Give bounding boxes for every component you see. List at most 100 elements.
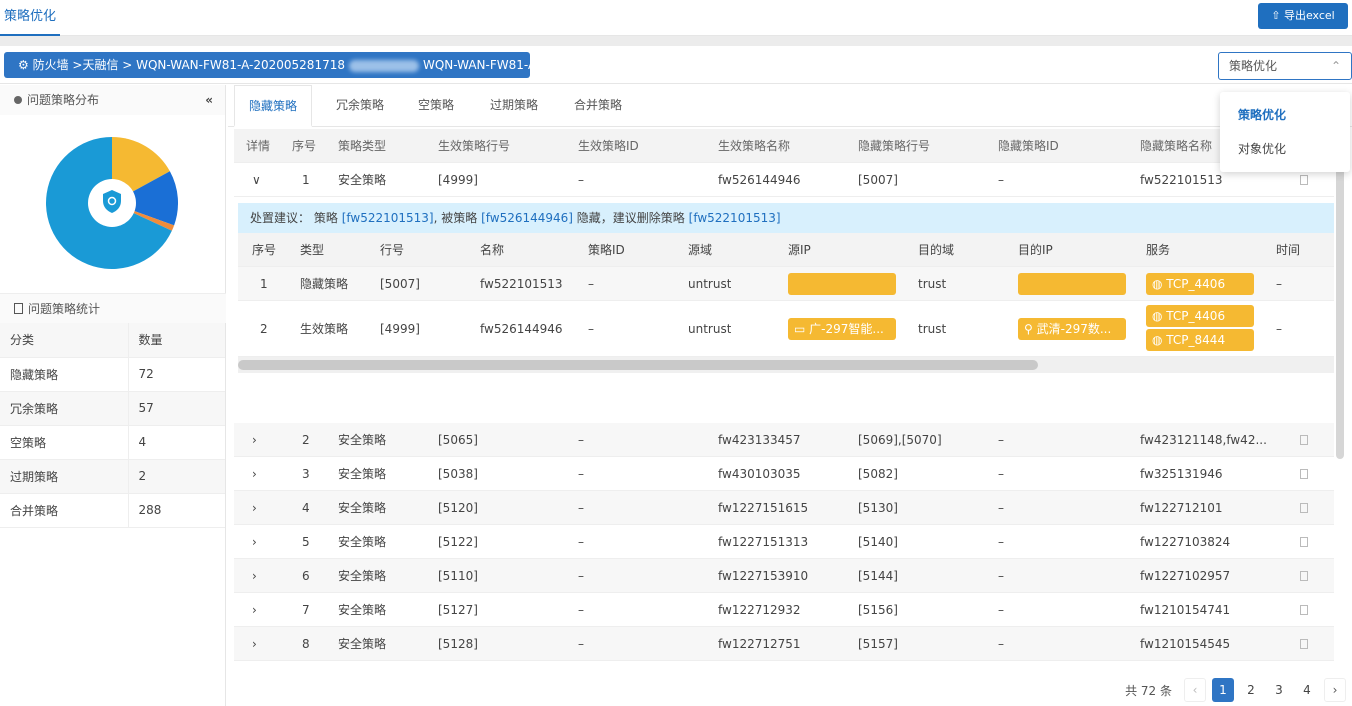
service-tag[interactable]: ◍ TCP_4406 (1146, 273, 1254, 295)
cell: fw1206171840 (1140, 661, 1270, 669)
file-icon[interactable] (1300, 537, 1308, 547)
expand-row-icon[interactable]: › (252, 593, 257, 627)
horizontal-scrollbar[interactable] (238, 357, 1334, 373)
table-row[interactable]: › 3 安全策略 [5038] – fw430103035 [5082] – fw3251319… (234, 457, 1334, 491)
file-icon[interactable] (1300, 605, 1308, 615)
file-icon[interactable] (1300, 175, 1308, 185)
file-icon[interactable] (1300, 503, 1308, 513)
cell: – (998, 603, 1004, 617)
cell: – (588, 322, 594, 336)
advice-link[interactable]: [fw526144946] (481, 211, 573, 225)
table-row[interactable]: › 6 安全策略 [5110] – fw1227153910 [5144] – fw122710… (234, 559, 1334, 593)
stat-label: 过期策略 (0, 459, 129, 494)
next-page-icon[interactable]: › (1324, 678, 1346, 702)
distribution-title: 问题策略分布 (27, 93, 100, 107)
divider (0, 36, 1352, 46)
tab-hidden[interactable]: 隐藏策略 (234, 85, 313, 127)
prev-page-icon[interactable]: ‹ (1184, 678, 1206, 702)
expand-row-icon[interactable]: › (252, 491, 257, 525)
page-2[interactable]: 2 (1240, 678, 1262, 702)
detail-col: 源IP (788, 243, 811, 257)
tab-redundant[interactable]: 冗余策略 (336, 85, 384, 127)
expand-row-icon[interactable]: › (252, 559, 257, 593)
cell: [5156] (858, 603, 898, 617)
detail-col: 类型 (300, 243, 325, 257)
stat-value: 4 (128, 425, 225, 460)
expand-row-icon[interactable]: › (252, 423, 257, 457)
source-ip-tag[interactable]: ▭ 广-297智能... (788, 318, 896, 340)
cell: fw526144946 (480, 322, 563, 336)
cell: fw1210154545 (1140, 637, 1231, 651)
page-3[interactable]: 3 (1268, 678, 1290, 702)
expand-row-icon[interactable]: › (252, 661, 257, 669)
col-effective-id: 生效策略ID (578, 139, 639, 153)
option-strategy-optimize[interactable]: 策略优化 (1220, 98, 1350, 132)
tab-merge[interactable]: 合并策略 (574, 85, 622, 127)
scrollbar-thumb[interactable] (238, 360, 1038, 370)
file-icon[interactable] (1300, 571, 1308, 581)
stat-col-category: 分类 (0, 323, 129, 358)
dest-ip-tag[interactable]: ░░░░ (1018, 273, 1126, 295)
pagination: 共 72 条 ‹ 1 2 3 4 › (1125, 677, 1346, 703)
service-tag[interactable]: ◍ TCP_4406 (1146, 305, 1254, 327)
cell: [5065] (438, 433, 478, 447)
dest-ip-tag[interactable]: ⚲ 武清-297数... (1018, 318, 1126, 340)
advice-link[interactable]: [fw522101513] (689, 211, 781, 225)
tab-expired[interactable]: 过期策略 (490, 85, 538, 127)
cell: – (998, 501, 1004, 515)
expand-row-icon[interactable]: › (252, 525, 257, 559)
expand-row-icon[interactable]: › (252, 627, 257, 661)
cell: 1 (302, 173, 310, 187)
option-object-optimize[interactable]: 对象优化 (1220, 132, 1350, 166)
mode-select[interactable]: 策略优化 ⌃ (1218, 52, 1352, 80)
stat-value: 57 (128, 391, 225, 426)
advice-link[interactable]: [fw522101513] (342, 211, 434, 225)
stat-header: 问题策略统计 (0, 293, 226, 323)
cell: [5161],[5174] (438, 661, 522, 669)
cell: untrust (688, 277, 732, 291)
page-4[interactable]: 4 (1296, 678, 1318, 702)
cell: 安全策略 (338, 603, 387, 617)
detail-col: 目的域 (918, 243, 955, 257)
expand-row-icon[interactable]: › (252, 457, 257, 491)
col-effective-name: 生效策略名称 (718, 139, 791, 153)
table-row[interactable]: › 2 安全策略 [5065] – fw423133457 [5069],[5070] – fw… (234, 423, 1334, 457)
advice-text: , 被策略 (433, 211, 478, 225)
advice-line: 处置建议： 策略 [fw522101513], 被策略 [fw526144946… (238, 203, 1334, 233)
service-tag[interactable]: ◍ TCP_8444 (1146, 329, 1254, 351)
breadcrumb[interactable]: ⚙ 防火墙 >天融信 > WQN-WAN-FW81-A-202005281718… (4, 52, 530, 78)
file-icon[interactable] (1300, 639, 1308, 649)
cell: – (578, 535, 584, 549)
cell: – (1276, 277, 1282, 291)
breadcrumb-text-end: WQN-WAN-FW81-A) (422, 58, 530, 72)
table-row[interactable]: › 8 安全策略 [5128] – fw122712751 [5157] – fw1210154… (234, 627, 1334, 661)
table-row[interactable]: › 7 安全策略 [5127] – fw122712932 [5156] – fw1210154… (234, 593, 1334, 627)
export-excel-button[interactable]: ⇧ 导出excel (1258, 3, 1348, 29)
cell: 生效策略 (300, 322, 349, 336)
stat-table: 分类 数量 隐藏策略 72 冗余策略 57 空策略 4 过期策略 2 合并策略 288 (0, 323, 225, 528)
cell: [5122] (438, 535, 478, 549)
collapse-icon[interactable]: « (205, 85, 213, 115)
detail-col: 行号 (380, 243, 405, 257)
stat-value: 2 (128, 459, 225, 494)
tab-strategy-optimize[interactable]: 策略优化 (0, 0, 61, 36)
source-ip-tag[interactable]: ▭ ░░░░ (788, 273, 896, 295)
stat-row: 合并策略 288 (0, 493, 225, 528)
cell: [5140] (858, 535, 898, 549)
collapse-row-icon[interactable]: ∨ (252, 163, 261, 197)
table-row[interactable]: › 4 安全策略 [5120] – fw1227151615 [5130] – fw122712… (234, 491, 1334, 525)
stat-header-row: 分类 数量 (0, 323, 225, 358)
tab-empty[interactable]: 空策略 (418, 85, 454, 127)
table-row[interactable]: › 9 安全策略 [5161],[5174] – fw120918143,fw12... [… (234, 661, 1334, 669)
cell: fw1227151615 (718, 501, 809, 515)
vertical-scrollbar[interactable] (1336, 129, 1344, 459)
file-icon[interactable] (1300, 435, 1308, 445)
cell: fw122712751 (718, 637, 801, 651)
page-1[interactable]: 1 (1212, 678, 1234, 702)
table-row[interactable]: › 5 安全策略 [5122] – fw1227151313 [5140] – fw122710… (234, 525, 1334, 559)
cell: 8 (302, 637, 310, 651)
cell: fw430103035 (718, 467, 801, 481)
cell: [5128] (438, 637, 478, 651)
stat-value: 72 (128, 357, 225, 392)
file-icon[interactable] (1300, 469, 1308, 479)
